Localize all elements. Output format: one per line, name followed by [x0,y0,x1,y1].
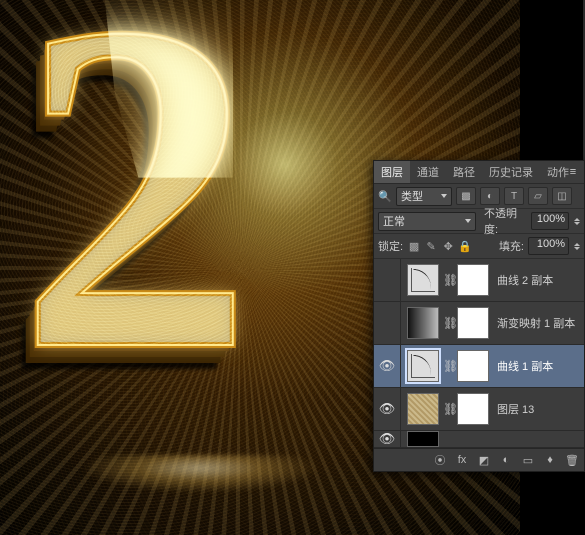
layer-filter-row: 🔍 类型 ▩ ◐ T ▱ ◫ [374,184,584,209]
layer-name[interactable]: 曲线 1 副本 [489,358,584,374]
layers-panel-footer: ⦿ fx ◩ ◐ ▭ ♦ 🗑 [374,448,584,471]
filter-shape-icon[interactable]: ▱ [528,187,548,205]
chevron-down-icon [465,219,471,223]
delete-layer-button[interactable]: 🗑 [564,453,580,467]
search-icon: 🔍 [378,189,392,203]
layer-mask-thumb[interactable] [457,393,489,425]
visibility-toggle[interactable]: 👁 [374,431,401,447]
fill-stepper[interactable] [574,243,580,250]
panel-menu-button[interactable] [566,165,580,179]
filter-type-icon[interactable]: T [504,187,524,205]
layer-mask-thumb[interactable] [457,264,489,296]
layer-thumb-gradientmap-icon[interactable] [407,307,439,339]
layer-row[interactable]: 👁 ⛓ 图层 13 [374,388,584,431]
filter-kind-dropdown[interactable]: 类型 [396,187,452,206]
layer-name[interactable]: 曲线 2 副本 [489,272,584,288]
mask-link-icon[interactable]: ⛓ [443,316,453,330]
visibility-toggle[interactable]: 👁 [374,345,401,387]
layer-row[interactable]: 👁 ⛓ 曲线 2 副本 [374,259,584,302]
tab-layers[interactable]: 图层 [374,161,410,183]
tab-history[interactable]: 历史记录 [482,161,540,183]
layer-thumb-curves-icon[interactable] [407,264,439,296]
layer-thumb-pixel[interactable] [407,393,439,425]
chevron-down-icon [441,194,447,198]
lock-label: 锁定: [378,238,403,254]
fill-field[interactable]: 100% [528,237,569,255]
layer-row[interactable]: 👁 ⛓ 曲线 1 副本 [374,345,584,388]
lock-pixels-icon[interactable]: ✎ [424,240,438,253]
mask-link-icon[interactable]: ⛓ [443,273,453,287]
lock-icons: ▩ ✎ ✥ 🔒 [407,240,472,253]
visibility-toggle[interactable]: 👁 [374,302,401,344]
blend-row: 正常 不透明度: 100% [374,209,584,234]
lock-all-icon[interactable]: 🔒 [458,240,472,253]
layer-mask-thumb[interactable] [457,350,489,382]
filter-smart-icon[interactable]: ◫ [552,187,572,205]
layer-list: 👁 ⛓ 曲线 2 副本 👁 ⛓ 渐变映射 1 副本 👁 ⛓ [374,259,584,448]
lock-transparent-icon[interactable]: ▩ [407,240,421,253]
add-mask-button[interactable]: ◩ [476,453,492,467]
new-layer-button[interactable]: ♦ [542,453,558,467]
blend-mode-value: 正常 [383,213,405,229]
mask-link-icon[interactable]: ⛓ [443,402,453,416]
layer-fx-button[interactable]: fx [454,453,470,467]
new-group-button[interactable]: ▭ [520,453,536,467]
layer-row[interactable]: 👁 ⛓ 渐变映射 1 副本 [374,302,584,345]
layer-thumb-curves-icon[interactable] [407,350,439,382]
mask-link-icon[interactable]: ⛓ [443,359,453,373]
tab-paths[interactable]: 路径 [446,161,482,183]
lock-position-icon[interactable]: ✥ [441,240,455,253]
layers-panel: 图层 通道 路径 历史记录 动作 🔍 类型 ▩ ◐ T ▱ ◫ 正常 不透明度:… [373,160,585,472]
filter-pixel-icon[interactable]: ▩ [456,187,476,205]
opacity-stepper[interactable] [574,218,580,225]
layer-thumb-pixel[interactable] [407,431,439,447]
opacity-label: 不透明度: [484,205,527,237]
filter-adjust-icon[interactable]: ◐ [480,187,500,205]
tab-channels[interactable]: 通道 [410,161,446,183]
lock-row: 锁定: ▩ ✎ ✥ 🔒 填充: 100% [374,234,584,259]
filter-kind-label: 类型 [401,188,423,204]
link-layers-button[interactable]: ⦿ [432,453,448,467]
visibility-toggle[interactable]: 👁 [374,388,401,430]
layer-name[interactable]: 图层 13 [489,401,584,417]
layer-row[interactable]: 👁 [374,431,584,448]
opacity-field[interactable]: 100% [531,212,569,230]
new-adjustment-button[interactable]: ◐ [498,453,514,467]
fill-label: 填充: [499,238,524,254]
visibility-toggle[interactable]: 👁 [374,259,401,301]
layer-name[interactable]: 渐变映射 1 副本 [489,315,584,331]
layer-mask-thumb[interactable] [457,307,489,339]
panel-tabstrip: 图层 通道 路径 历史记录 动作 [374,161,584,184]
blend-mode-dropdown[interactable]: 正常 [378,212,476,231]
